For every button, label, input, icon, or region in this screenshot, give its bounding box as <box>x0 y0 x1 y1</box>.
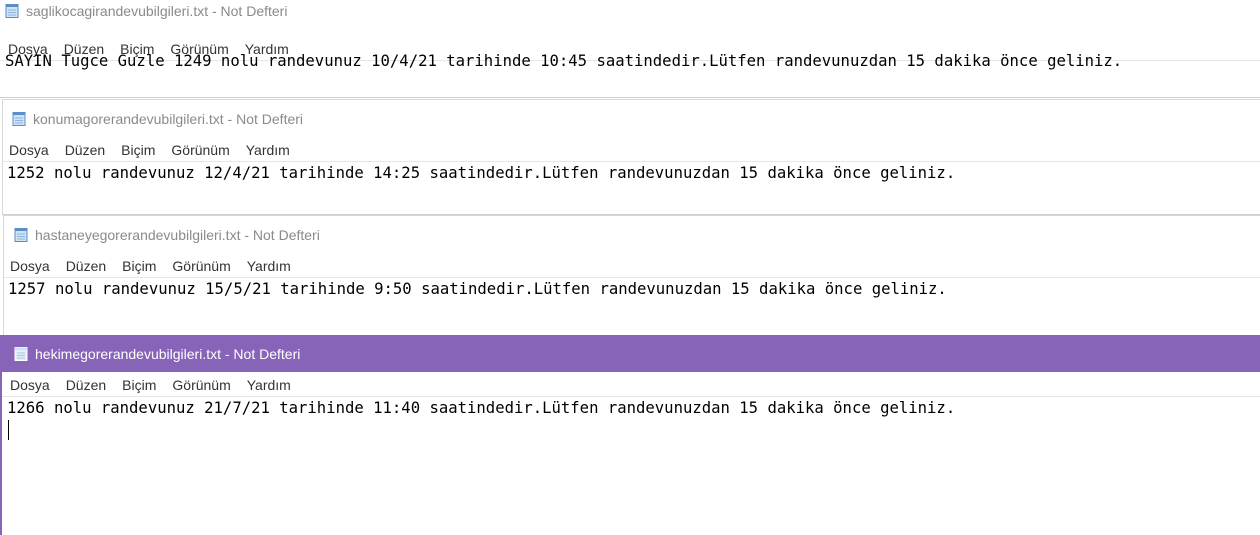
notepad-window-konum[interactable]: konumagorerandevubilgileri.txt - Not Def… <box>2 99 1260 215</box>
notepad-icon <box>14 346 28 361</box>
menu-bar: Dosya Düzen Biçim Görünüm Yardım <box>4 255 1260 278</box>
notepad-icon <box>5 4 19 18</box>
notepad-window-hastane[interactable]: hastaneyegorerandevubilgileri.txt - Not … <box>3 215 1260 335</box>
document-text: 1252 nolu randevunuz 12/4/21 tarihinde 1… <box>7 164 956 182</box>
menu-gorunum[interactable]: Görünüm <box>172 258 230 274</box>
text-caret <box>8 420 9 440</box>
menu-duzen[interactable]: Düzen <box>66 377 106 393</box>
text-editor[interactable]: SAYIN Tugce Guzle 1249 nolu randevunuz 1… <box>0 49 1260 97</box>
menu-dosya[interactable]: Dosya <box>10 377 50 393</box>
menu-bicim[interactable]: Biçim <box>122 377 156 393</box>
window-title: konumagorerandevubilgileri.txt - Not Def… <box>33 111 304 127</box>
window-title: hekimegorerandevubilgileri.txt - Not Def… <box>35 345 301 362</box>
title-bar[interactable]: saglikocagirandevubilgileri.txt - Not De… <box>0 0 1260 28</box>
menu-bar: Dosya Düzen Biçim Görünüm Yardım <box>2 374 1260 397</box>
text-editor[interactable]: 1252 nolu randevunuz 12/4/21 tarihinde 1… <box>3 161 1260 214</box>
menu-yardim[interactable]: Yardım <box>247 377 291 393</box>
menu-yardim[interactable]: Yardım <box>247 258 291 274</box>
notepad-window-saglikocagi[interactable]: saglikocagirandevubilgileri.txt - Not De… <box>0 0 1260 98</box>
title-bar[interactable]: konumagorerandevubilgileri.txt - Not Def… <box>3 102 1260 136</box>
window-title: hastaneyegorerandevubilgileri.txt - Not … <box>35 227 320 243</box>
menu-bar: Dosya Düzen Biçim Görünüm Yardım <box>3 139 1260 162</box>
menu-dosya[interactable]: Dosya <box>10 258 50 274</box>
menu-gorunum[interactable]: Görünüm <box>171 142 229 158</box>
menu-duzen[interactable]: Düzen <box>66 258 106 274</box>
menu-dosya[interactable]: Dosya <box>9 142 49 158</box>
menu-bicim[interactable]: Biçim <box>121 142 155 158</box>
text-editor[interactable]: 1266 nolu randevunuz 21/7/21 tarihinde 1… <box>2 396 1260 535</box>
menu-yardim[interactable]: Yardım <box>246 142 290 158</box>
notepad-window-hekim[interactable]: hekimegorerandevubilgileri.txt - Not Def… <box>0 335 1260 535</box>
text-editor[interactable]: 1257 nolu randevunuz 15/5/21 tarihinde 9… <box>4 277 1260 335</box>
document-text: 1257 nolu randevunuz 15/5/21 tarihinde 9… <box>8 280 947 298</box>
title-bar[interactable]: hekimegorerandevubilgileri.txt - Not Def… <box>2 335 1260 372</box>
menu-duzen[interactable]: Düzen <box>65 142 105 158</box>
window-title: saglikocagirandevubilgileri.txt - Not De… <box>26 3 288 19</box>
title-bar[interactable]: hastaneyegorerandevubilgileri.txt - Not … <box>4 218 1260 252</box>
notepad-icon <box>12 112 26 126</box>
document-text: SAYIN Tugce Guzle 1249 nolu randevunuz 1… <box>5 52 1123 70</box>
menu-bicim[interactable]: Biçim <box>122 258 156 274</box>
document-text: 1266 nolu randevunuz 21/7/21 tarihinde 1… <box>7 399 956 417</box>
notepad-icon <box>14 228 28 242</box>
menu-gorunum[interactable]: Görünüm <box>172 377 230 393</box>
